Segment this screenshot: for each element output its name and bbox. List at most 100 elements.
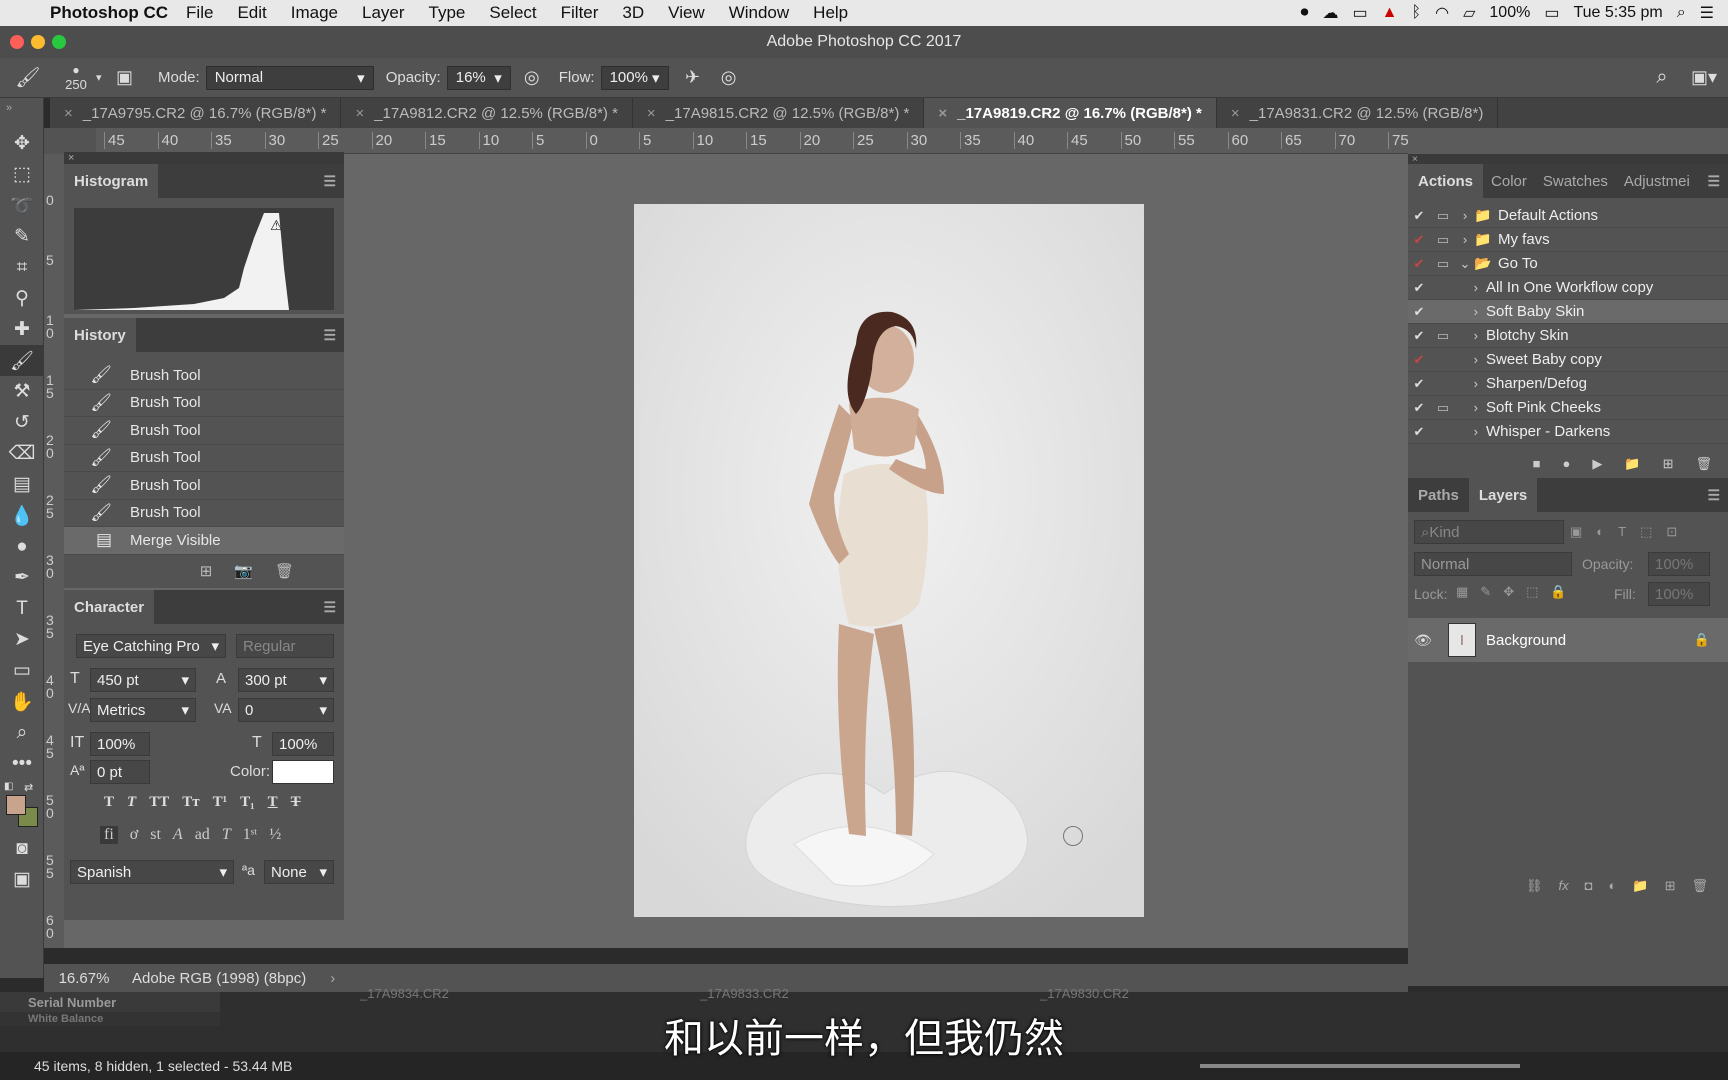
close-icon[interactable]: × [64, 105, 73, 122]
history-item[interactable]: 🖌 Brush Tool [64, 472, 344, 500]
minimize-window-button[interactable] [31, 35, 45, 49]
record-icon[interactable]: ⏺ [1301, 4, 1309, 22]
acrobat-icon[interactable]: ▲ [1382, 4, 1398, 22]
brush-tool-icon[interactable]: 🖌 [0, 345, 44, 376]
bluetooth-icon[interactable]: ᛒ [1412, 4, 1422, 22]
antialias-select[interactable]: None ▾ [264, 860, 334, 884]
history-item[interactable]: 🖌 Brush Tool [64, 417, 344, 445]
brush-tool-preset-icon[interactable]: 🖌 [0, 65, 56, 90]
menu-help[interactable]: Help [813, 3, 848, 23]
battery-percent[interactable]: 100% [1489, 4, 1530, 22]
titling-alternates-icon[interactable]: ad [195, 826, 210, 844]
close-window-button[interactable] [10, 35, 24, 49]
lasso-tool-icon[interactable]: ➰ [0, 190, 44, 221]
action-set[interactable]: ✔ ▭ › 📁 My favs [1408, 228, 1728, 252]
zoom-level[interactable]: 16.67% [44, 970, 124, 987]
layer-mask-icon[interactable]: ◘ [1585, 878, 1593, 894]
menu-type[interactable]: Type [429, 3, 466, 23]
action-set[interactable]: ✔ ▭ › 📁 Default Actions [1408, 204, 1728, 228]
tab-actions[interactable]: Actions [1408, 164, 1484, 198]
history-brush-tool-icon[interactable]: ↺ [0, 407, 44, 438]
clock[interactable]: Tue 5:35 pm [1573, 4, 1662, 22]
search-icon[interactable]: ⌕ [1644, 66, 1680, 89]
pixel-filter-icon[interactable]: ▣ [1570, 524, 1582, 540]
close-icon[interactable]: × [355, 105, 364, 122]
ordinal-st-icon[interactable]: 1ˢᵗ [243, 826, 257, 844]
chevron-right-icon[interactable]: › [330, 970, 335, 987]
action-item-selected[interactable]: ✔ › Soft Baby Skin [1408, 300, 1728, 324]
menu-select[interactable]: Select [489, 3, 536, 23]
panel-menu-icon[interactable]: ☰ [323, 173, 336, 190]
menu-file[interactable]: File [186, 3, 213, 23]
lock-pixels-icon[interactable]: ✎ [1480, 584, 1491, 600]
faux-italic-icon[interactable]: T [127, 794, 136, 811]
chevron-right-icon[interactable]: › [1456, 376, 1486, 391]
app-menu[interactable]: Photoshop CC [50, 3, 168, 23]
tab-layers[interactable]: Layers [1468, 478, 1538, 512]
horizontal-scale-field[interactable]: 100% [272, 732, 334, 756]
all-caps-icon[interactable]: TT [149, 794, 169, 811]
fractions-icon[interactable]: ½ [269, 826, 281, 844]
check-icon[interactable]: ✔ [1408, 400, 1430, 416]
new-layer-icon[interactable]: ⊞ [1665, 878, 1676, 894]
small-caps-icon[interactable]: Tт [182, 794, 199, 811]
underline-icon[interactable]: T [268, 794, 278, 811]
adjustment-layer-icon[interactable]: ◐ [1609, 878, 1617, 894]
dialog-toggle-icon[interactable]: ▭ [1430, 400, 1456, 416]
flow-field[interactable]: 100% ▾ [600, 65, 669, 90]
history-item[interactable]: 🖌 Brush Tool [64, 500, 344, 527]
wifi-icon[interactable]: ◠ [1435, 3, 1449, 23]
workspace-switcher-icon[interactable]: ▣▾ [1680, 67, 1728, 88]
history-item-selected[interactable]: ▤ Merge Visible [64, 527, 344, 555]
panel-menu-icon[interactable]: ☰ [1707, 173, 1720, 190]
history-item[interactable]: 🖌 Brush Tool [64, 362, 344, 390]
action-item[interactable]: ✔ › Whisper - Darkens [1408, 420, 1728, 444]
document-photo[interactable] [634, 204, 1144, 917]
record-icon[interactable]: ● [1563, 456, 1571, 472]
gradient-tool-icon[interactable]: ▤ [0, 469, 44, 500]
check-icon[interactable]: ✔ [1408, 304, 1430, 320]
more-tools-icon[interactable]: ••• [0, 748, 44, 779]
trash-icon[interactable]: 🗑 [1695, 456, 1712, 472]
stop-icon[interactable]: ■ [1533, 456, 1541, 472]
menu-view[interactable]: View [668, 3, 705, 23]
swap-colors-icon[interactable]: ⇄ [24, 781, 33, 794]
battery-icon[interactable]: ▭ [1544, 3, 1559, 23]
blend-mode-select[interactable]: Normal [1414, 552, 1572, 576]
action-set[interactable]: ✔ ▭ ⌄ 📂 Go To [1408, 252, 1728, 276]
check-icon[interactable]: ✔ [1408, 256, 1430, 272]
ligatures-icon[interactable]: fi [100, 826, 118, 844]
font-family-select[interactable]: Eye Catching Pro ▾ [76, 634, 226, 658]
lock-artboard-icon[interactable]: ⬚ [1526, 584, 1538, 600]
check-icon[interactable]: ✔ [1408, 232, 1430, 248]
tab-document-1[interactable]: × _17A9795.CR2 @ 16.7% (RGB/8*) * [50, 98, 342, 128]
default-colors-icon[interactable]: ◧ [4, 781, 13, 792]
check-icon[interactable]: ✔ [1408, 208, 1430, 224]
hand-tool-icon[interactable]: ✋ [0, 686, 44, 717]
brush-size-picker[interactable]: ● 250 [56, 63, 96, 92]
check-icon[interactable]: ✔ [1408, 328, 1430, 344]
quick-mask-icon[interactable]: ◙ [0, 833, 44, 864]
layer-opacity-field[interactable]: 100% [1648, 552, 1710, 576]
tracking-field[interactable]: 0 ▾ [238, 698, 334, 722]
lock-position-icon[interactable]: ✥ [1503, 584, 1514, 600]
menu-window[interactable]: Window [729, 3, 789, 23]
check-icon[interactable]: ✔ [1408, 376, 1430, 392]
history-item[interactable]: 🖌 Brush Tool [64, 390, 344, 417]
leading-field[interactable]: 300 pt ▾ [238, 668, 334, 692]
dialog-toggle-icon[interactable]: ▭ [1430, 208, 1456, 224]
spotlight-icon[interactable]: ⌕ [1677, 4, 1686, 22]
new-set-icon[interactable]: 📁 [1624, 456, 1640, 472]
discretionary-ligatures-icon[interactable]: ơ [130, 826, 138, 844]
chevron-down-icon[interactable]: ▾ [96, 71, 116, 84]
healing-brush-tool-icon[interactable]: ✚ [0, 314, 44, 345]
thumbnail-size-slider[interactable] [1200, 1064, 1520, 1068]
swash-icon[interactable]: st [150, 826, 161, 844]
adjustment-filter-icon[interactable]: ◐ [1596, 524, 1604, 540]
close-icon[interactable]: × [68, 152, 74, 164]
baseline-shift-field[interactable]: 0 pt [90, 760, 150, 784]
action-item[interactable]: ✔ › Sweet Baby copy [1408, 348, 1728, 372]
chevron-right-icon[interactable]: › [1456, 400, 1486, 415]
chevron-right-icon[interactable]: › [1456, 232, 1474, 247]
tab-document-4[interactable]: × _17A9819.CR2 @ 16.7% (RGB/8*) * [924, 98, 1217, 128]
